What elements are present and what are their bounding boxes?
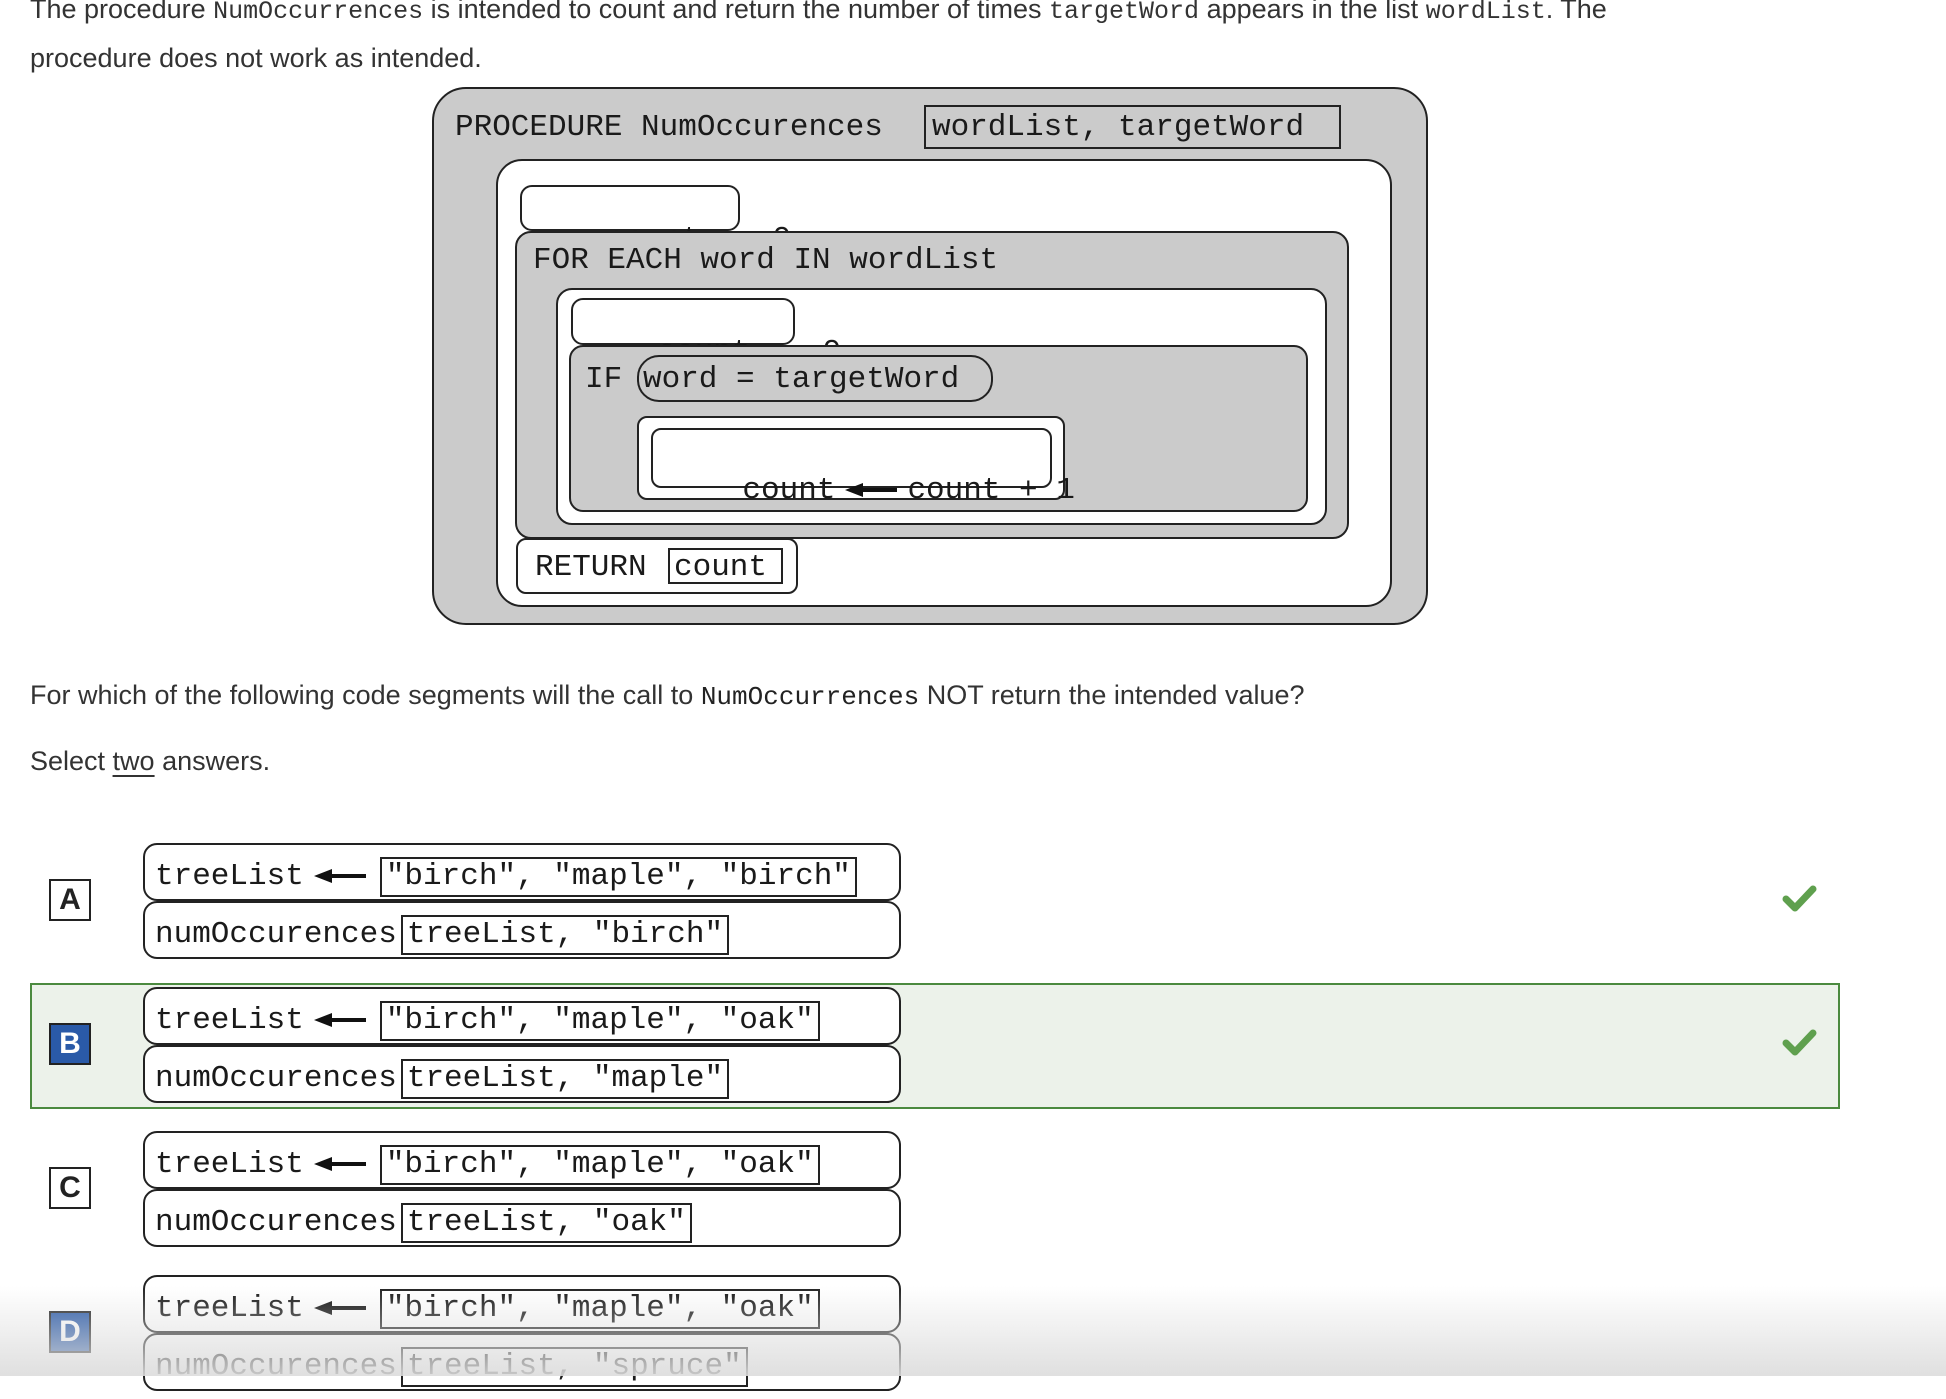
list-values: "birch", "maple", "oak" <box>379 1289 820 1329</box>
intro-code-target: targetWord <box>1049 0 1200 26</box>
option-d[interactable]: D treeList "birch", "maple", "oak" numOcc… <box>30 1273 1840 1399</box>
assign-var: treeList <box>155 859 304 894</box>
left-arrow-icon <box>313 1298 366 1318</box>
left-arrow-icon <box>313 1154 366 1174</box>
assign-row: treeList "birch", "maple", "oak" <box>143 1275 901 1333</box>
left-arrow-icon <box>313 1010 366 1030</box>
procedure-header: PROCEDURE NumOccurences <box>455 110 883 145</box>
option-letter: B <box>49 1023 91 1065</box>
call-name: numOccurences <box>155 917 397 952</box>
assign-var: treeList <box>155 1291 304 1326</box>
instruction-suffix: answers. <box>154 746 271 776</box>
intro-text: . The <box>1545 0 1607 24</box>
call-row: numOccurences treeList, "birch" <box>143 901 901 959</box>
intro-code-procedure: NumOccurrences <box>213 0 424 26</box>
left-arrow-icon <box>845 480 898 500</box>
list-values: "birch", "maple", "birch" <box>379 857 857 897</box>
increment-var: count <box>742 473 836 508</box>
if-condition: word = targetWord <box>643 362 960 397</box>
call-row: numOccurences treeList, "oak" <box>143 1189 901 1247</box>
call-args: treeList, "maple" <box>400 1059 730 1099</box>
option-letter: D <box>49 1311 91 1353</box>
for-each-header: FOR EACH word IN wordList <box>533 243 999 278</box>
left-arrow-icon <box>313 866 366 886</box>
increment-expr: count + 1 <box>907 473 1075 508</box>
assign-row: treeList "birch", "maple", "birch" <box>143 843 901 901</box>
option-a[interactable]: A treeList "birch", "maple", "birch" numO… <box>30 841 1840 967</box>
question-code: NumOccurrences <box>700 682 920 712</box>
procedure-params: wordList, targetWord <box>932 110 1305 145</box>
option-c[interactable]: C treeList "birch", "maple", "oak" numOcc… <box>30 1129 1840 1255</box>
option-letter: A <box>49 879 91 921</box>
intro-text: The procedure <box>30 0 214 24</box>
instruction-emphasis: two <box>112 746 155 776</box>
intro-paragraph: The procedure NumOccurrences is intended… <box>30 0 1910 81</box>
call-args: treeList, "oak" <box>400 1203 692 1243</box>
assign-var: treeList <box>155 1147 304 1182</box>
list-values: "birch", "maple", "oak" <box>379 1145 820 1185</box>
intro-text-line2: procedure does not work as intended. <box>30 43 482 73</box>
increment-text: count count + 1 <box>668 444 1075 537</box>
question-text: For which of the following code segments… <box>30 680 1305 712</box>
return-keyword: RETURN <box>535 550 647 585</box>
question-suffix: NOT return the intended value? <box>919 680 1305 710</box>
assign-var: treeList <box>155 1003 304 1038</box>
list-values: "birch", "maple", "oak" <box>379 1001 820 1041</box>
call-row: numOccurences treeList, "spruce" <box>143 1333 901 1391</box>
assign-row: treeList "birch", "maple", "oak" <box>143 987 901 1045</box>
call-row: numOccurences treeList, "maple" <box>143 1045 901 1103</box>
option-b[interactable]: B treeList "birch", "maple", "oak" numOcc… <box>30 983 1840 1109</box>
option-letter: C <box>49 1167 91 1209</box>
call-name: numOccurences <box>155 1205 397 1240</box>
checkmark-icon <box>1780 1023 1820 1063</box>
if-keyword: IF <box>585 362 623 397</box>
call-name: numOccurences <box>155 1349 397 1384</box>
call-args: treeList, "birch" <box>400 915 730 955</box>
question-prefix: For which of the following code segments… <box>30 680 701 710</box>
return-value: count <box>674 550 768 585</box>
intro-code-list: wordList <box>1425 0 1546 26</box>
instruction-prefix: Select <box>30 746 113 776</box>
call-name: numOccurences <box>155 1061 397 1096</box>
instruction-text: Select two answers. <box>30 746 270 777</box>
intro-text: appears in the list <box>1199 0 1426 24</box>
checkmark-icon <box>1780 879 1820 919</box>
assign-row: treeList "birch", "maple", "oak" <box>143 1131 901 1189</box>
intro-text: is intended to count and return the numb… <box>423 0 1050 24</box>
call-args: treeList, "spruce" <box>400 1347 748 1387</box>
